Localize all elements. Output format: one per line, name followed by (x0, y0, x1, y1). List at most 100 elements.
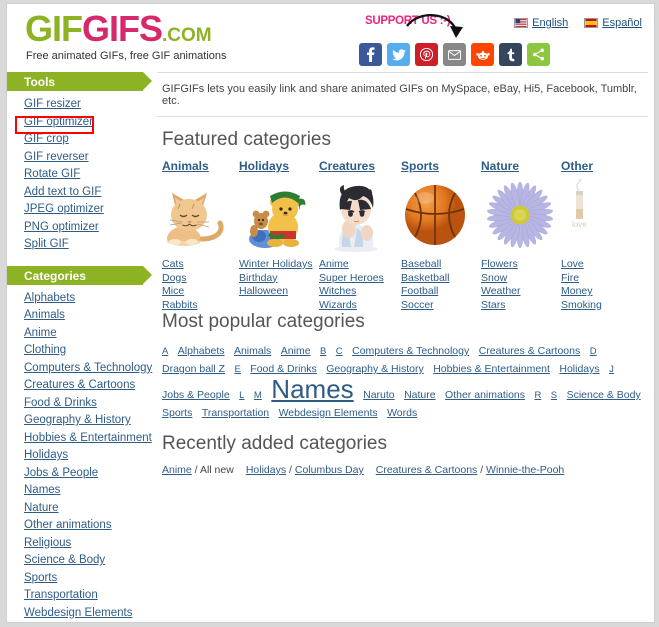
sidebar-item-jobs-people[interactable]: Jobs & People (24, 467, 98, 479)
share-button-twitter[interactable] (387, 43, 410, 66)
popular-tag-d[interactable]: D (590, 346, 597, 357)
sidebar-item-food-drinks[interactable]: Food & Drinks (24, 397, 97, 409)
sidebar-item-split-gif[interactable]: Split GIF (24, 238, 69, 250)
featured-link-holidays[interactable]: Holidays (239, 159, 289, 173)
recent-child-link[interactable]: Columbus Day (295, 464, 364, 476)
popular-tag-s[interactable]: S (551, 390, 557, 401)
popular-tag-science-body[interactable]: Science & Body (567, 389, 641, 401)
popular-tag-dragon-ball-z[interactable]: Dragon ball Z (162, 363, 225, 375)
popular-tag-words[interactable]: Words (387, 407, 417, 419)
sidebar-item-gif-crop[interactable]: GIF crop (24, 133, 69, 145)
popular-tag-l[interactable]: L (239, 390, 244, 401)
recent-child-link[interactable]: Winnie-the-Pooh (486, 464, 564, 476)
featured-sublink-snow[interactable]: Snow (481, 272, 507, 284)
sidebar-item-gif-optimizer[interactable]: GIF optimizer (24, 116, 93, 128)
featured-sublink-super-heroes[interactable]: Super Heroes (319, 272, 384, 284)
language-link-english[interactable]: English (532, 17, 568, 29)
popular-tag-creatures-cartoons[interactable]: Creatures & Cartoons (479, 345, 581, 357)
featured-sublink-halloween[interactable]: Halloween (239, 285, 288, 297)
popular-tag-hobbies-entertainment[interactable]: Hobbies & Entertainment (433, 363, 550, 375)
featured-link-other[interactable]: Other (561, 159, 593, 173)
featured-sublink-football[interactable]: Football (401, 285, 438, 297)
featured-sublink-smoking[interactable]: Smoking (561, 299, 602, 311)
language-option-english[interactable]: English (514, 17, 568, 29)
featured-sublink-baseball[interactable]: Baseball (401, 258, 441, 270)
sidebar-item-science-body[interactable]: Science & Body (24, 554, 105, 566)
winnie-the-pooh-image[interactable] (239, 179, 329, 257)
share-button-reddit[interactable] (471, 43, 494, 66)
popular-tag-a[interactable]: A (162, 346, 168, 357)
featured-sublink-winter-holidays[interactable]: Winter Holidays (239, 258, 313, 270)
featured-sublink-mice[interactable]: Mice (162, 285, 184, 297)
sidebar-item-anime[interactable]: Anime (24, 327, 57, 339)
featured-sublink-stars[interactable]: Stars (481, 299, 506, 311)
popular-tag-r[interactable]: R (534, 390, 541, 401)
sidebar-item-other-animations[interactable]: Other animations (24, 519, 112, 531)
featured-sublink-anime[interactable]: Anime (319, 258, 349, 270)
sidebar-item-geography-history[interactable]: Geography & History (24, 414, 131, 426)
sidebar-item-png-optimizer[interactable]: PNG optimizer (24, 221, 99, 233)
featured-sublink-witches[interactable]: Witches (319, 285, 356, 297)
share-button-email[interactable] (443, 43, 466, 66)
popular-tag-holidays[interactable]: Holidays (559, 363, 599, 375)
popular-tag-computers-technology[interactable]: Computers & Technology (352, 345, 469, 357)
popular-tag-c[interactable]: C (336, 346, 343, 357)
sidebar-item-hobbies-entertainment[interactable]: Hobbies & Entertainment (24, 432, 152, 444)
site-logo[interactable]: GIFGIFS.COM (25, 10, 212, 55)
recent-parent-link[interactable]: Creatures & Cartoons (376, 464, 478, 476)
popular-tag-alphabets[interactable]: Alphabets (178, 345, 225, 357)
featured-sublink-rabbits[interactable]: Rabbits (162, 299, 198, 311)
popular-tag-j[interactable]: J (609, 364, 614, 375)
sidebar-item-religious[interactable]: Religious (24, 537, 71, 549)
popular-tag-m[interactable]: M (254, 390, 262, 401)
featured-link-animals[interactable]: Animals (162, 159, 209, 173)
share-button-facebook[interactable] (359, 43, 382, 66)
sidebar-item-creatures-cartoons[interactable]: Creatures & Cartoons (24, 379, 135, 391)
share-button-tumblr[interactable] (499, 43, 522, 66)
featured-sublink-cats[interactable]: Cats (162, 258, 184, 270)
popular-tag-nature[interactable]: Nature (404, 389, 436, 401)
sidebar-item-holidays[interactable]: Holidays (24, 449, 68, 461)
popular-tag-other-animations[interactable]: Other animations (445, 389, 525, 401)
sidebar-item-alphabets[interactable]: Alphabets (24, 292, 75, 304)
popular-tag-sports[interactable]: Sports (162, 407, 192, 419)
sidebar-item-webdesign-elements[interactable]: Webdesign Elements (24, 607, 132, 619)
featured-link-sports[interactable]: Sports (401, 159, 439, 173)
sidebar-item-gif-resizer[interactable]: GIF resizer (24, 98, 81, 110)
featured-sublink-basketball[interactable]: Basketball (401, 272, 449, 284)
popular-tag-names[interactable]: Names (271, 374, 353, 404)
featured-sublink-soccer[interactable]: Soccer (401, 299, 434, 311)
featured-sublink-flowers[interactable]: Flowers (481, 258, 518, 270)
popular-tag-animals[interactable]: Animals (234, 345, 271, 357)
featured-sublink-dogs[interactable]: Dogs (162, 272, 187, 284)
popular-tag-e[interactable]: E (234, 364, 240, 375)
basketball-image[interactable] (401, 179, 491, 257)
featured-sublink-love[interactable]: Love (561, 258, 584, 270)
sidebar-item-gif-reverser[interactable]: GIF reverser (24, 151, 89, 163)
featured-sublink-birthday[interactable]: Birthday (239, 272, 278, 284)
featured-sublink-weather[interactable]: Weather (481, 285, 521, 297)
popular-tag-jobs-people[interactable]: Jobs & People (162, 389, 230, 401)
popular-tag-anime[interactable]: Anime (281, 345, 311, 357)
share-button-pinterest[interactable] (415, 43, 438, 66)
featured-sublink-fire[interactable]: Fire (561, 272, 579, 284)
daisy-flower-image[interactable] (481, 179, 571, 257)
featured-sublink-money[interactable]: Money (561, 285, 593, 297)
language-option-spanish[interactable]: Español (584, 17, 642, 29)
recent-parent-link[interactable]: Holidays (246, 464, 286, 476)
featured-sublink-wizards[interactable]: Wizards (319, 299, 357, 311)
sidebar-item-names[interactable]: Names (24, 484, 60, 496)
sidebar-item-computers-technology[interactable]: Computers & Technology (24, 362, 152, 374)
recent-parent-link[interactable]: Anime (162, 464, 192, 476)
sidebar-item-clothing[interactable]: Clothing (24, 344, 66, 356)
sidebar-item-add-text-to-gif[interactable]: Add text to GIF (24, 186, 101, 198)
popular-tag-b[interactable]: B (320, 346, 326, 357)
sidebar-item-rotate-gif[interactable]: Rotate GIF (24, 168, 80, 180)
share-button-more[interactable] (527, 43, 550, 66)
sidebar-item-nature[interactable]: Nature (24, 502, 59, 514)
popular-tag-transportation[interactable]: Transportation (202, 407, 269, 419)
sidebar-item-jpeg-optimizer[interactable]: JPEG optimizer (24, 203, 104, 215)
sidebar-item-sports[interactable]: Sports (24, 572, 57, 584)
language-link-spanish[interactable]: Español (602, 17, 642, 29)
anime-boy-image[interactable] (319, 179, 409, 257)
